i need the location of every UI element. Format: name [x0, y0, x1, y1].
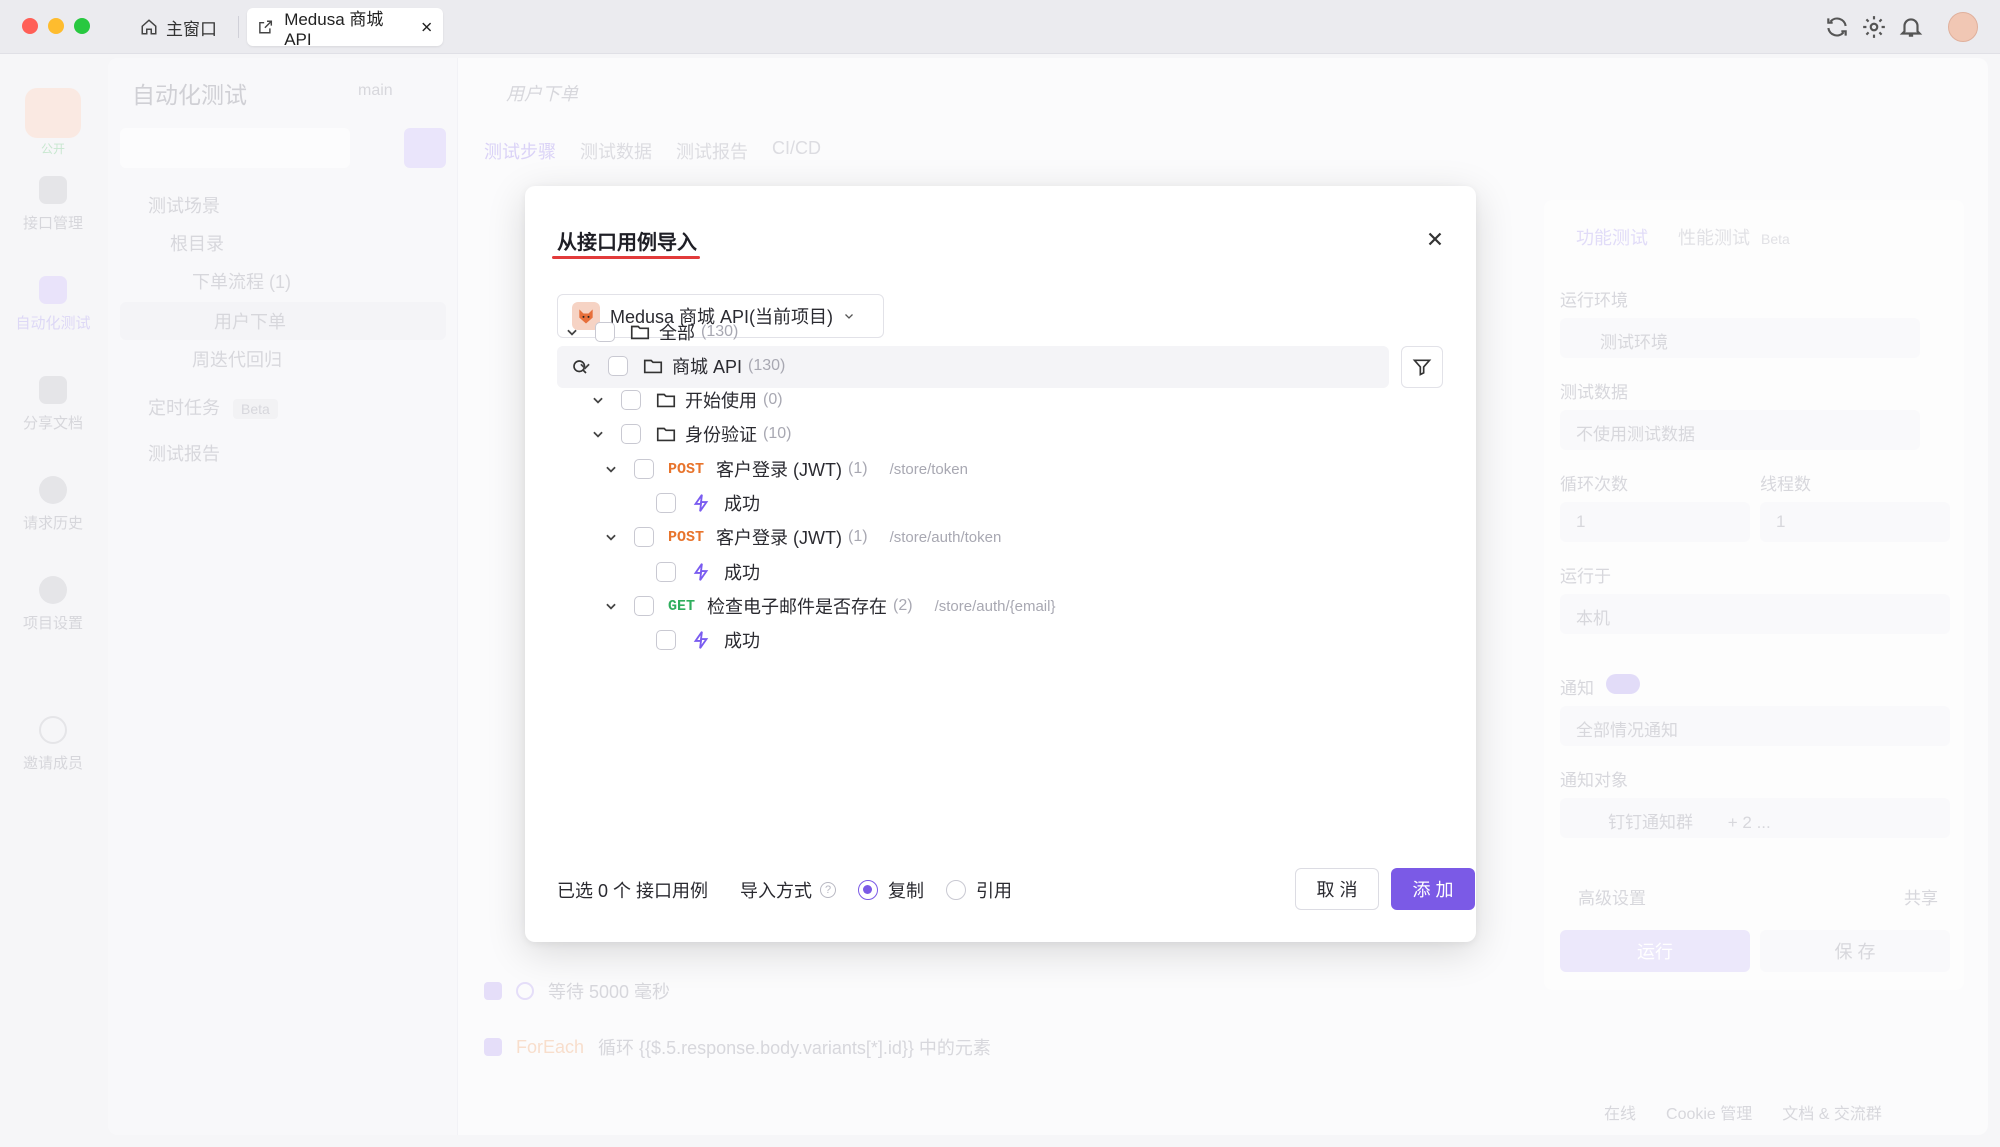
api-count: (1) [848, 528, 868, 545]
chevron-down-icon[interactable] [604, 462, 618, 476]
method-badge: GET [668, 597, 696, 615]
radio-copy-dot[interactable] [858, 880, 879, 900]
filter-icon [1412, 359, 1432, 376]
selected-count: 已选 0 个 接口用例 [557, 881, 709, 901]
test-case-icon [693, 563, 709, 581]
chevron-down-icon [845, 314, 854, 319]
api-path: /store/auth/token [889, 528, 1002, 546]
import-dialog: 从接口用例导入 Medusa 商城 API(当前项目) 全部 (130) 商城 … [525, 186, 1476, 942]
folder-icon [656, 427, 676, 442]
case-label: 成功 [724, 563, 760, 583]
row-checkbox[interactable] [621, 424, 641, 444]
chevron-down-icon[interactable] [578, 359, 592, 373]
chevron-down-icon[interactable] [565, 325, 579, 339]
radio-reference-label: 引用 [976, 881, 1013, 901]
radio-copy[interactable]: 复制 [858, 877, 924, 903]
tree-row-case[interactable]: 成功 [656, 555, 760, 589]
tab-project-label: Medusa 商城 API [284, 9, 384, 49]
api-count: (2) [893, 597, 913, 614]
chevron-down-icon[interactable] [604, 530, 618, 544]
row-checkbox[interactable] [634, 596, 654, 616]
case-label: 成功 [724, 631, 760, 651]
folder-count: (130) [748, 357, 786, 374]
test-case-icon [693, 631, 709, 649]
refresh-icon[interactable] [1824, 14, 1850, 40]
tab-home[interactable]: 主窗口 [140, 10, 217, 44]
radio-reference[interactable]: 引用 [946, 877, 1012, 903]
external-link-icon [259, 20, 273, 34]
chevron-down-icon[interactable] [604, 599, 618, 613]
dialog-footer: 已选 0 个 接口用例 导入方式 ? 复制 引用 取 消 添 加 [557, 868, 1475, 912]
row-checkbox[interactable] [621, 390, 641, 410]
help-icon[interactable]: ? [820, 882, 837, 898]
api-label: 客户登录 (JWT) [716, 460, 842, 480]
method-badge: POST [668, 528, 705, 546]
tab-home-label: 主窗口 [166, 19, 217, 39]
tree-row-api[interactable]: POST 客户登录 (JWT) (1) /store/auth/token [604, 520, 1001, 554]
maximize-window-button[interactable] [74, 18, 90, 34]
close-window-button[interactable] [22, 18, 38, 34]
tree-row-api[interactable]: GET 检查电子邮件是否存在 (2) /store/auth/{email} [604, 589, 1056, 623]
row-checkbox[interactable] [656, 493, 676, 513]
import-mode-label: 导入方式 [740, 881, 813, 901]
row-checkbox[interactable] [656, 630, 676, 650]
chevron-down-icon[interactable] [591, 393, 605, 407]
row-checkbox[interactable] [595, 322, 615, 342]
chevron-down-icon[interactable] [591, 427, 605, 441]
home-icon [141, 19, 157, 35]
folder-count: (0) [763, 391, 783, 408]
dialog-title: 从接口用例导入 [557, 232, 697, 254]
case-label: 成功 [724, 494, 760, 514]
add-button[interactable]: 添 加 [1391, 868, 1475, 910]
folder-label: 开始使用 [685, 391, 757, 411]
api-path: /store/token [889, 460, 968, 478]
api-label: 检查电子邮件是否存在 [707, 597, 888, 617]
api-count: (1) [848, 460, 868, 477]
tree-row-folder[interactable]: 全部 (130) [565, 315, 738, 349]
avatar[interactable] [1948, 12, 1978, 42]
close-icon[interactable] [1424, 228, 1446, 250]
folder-label: 全部 [659, 323, 695, 343]
close-tab-icon[interactable] [420, 20, 433, 34]
tree-row-folder[interactable]: 身份验证 (10) [591, 417, 791, 451]
folder-count: (130) [701, 323, 739, 340]
tree-row-api[interactable]: POST 客户登录 (JWT) (1) /store/token [604, 452, 968, 486]
test-case-icon [693, 494, 709, 512]
folder-label: 商城 API [672, 357, 743, 377]
minimize-window-button[interactable] [48, 18, 64, 34]
title-underline [552, 256, 700, 259]
folder-icon [630, 325, 650, 340]
tree-row-folder[interactable]: 商城 API (130) [578, 349, 785, 383]
method-badge: POST [668, 460, 705, 478]
cancel-button[interactable]: 取 消 [1295, 868, 1379, 910]
row-checkbox[interactable] [634, 527, 654, 547]
row-checkbox[interactable] [656, 562, 676, 582]
folder-icon [656, 393, 676, 408]
folder-icon [643, 359, 663, 374]
bell-icon[interactable] [1898, 14, 1924, 40]
row-checkbox[interactable] [608, 356, 628, 376]
tab-divider [238, 16, 239, 38]
title-bar: 主窗口 Medusa 商城 API [0, 0, 2000, 54]
gear-icon[interactable] [1861, 14, 1887, 40]
tab-project[interactable]: Medusa 商城 API [247, 8, 443, 49]
folder-label: 身份验证 [685, 425, 757, 445]
row-checkbox[interactable] [634, 459, 654, 479]
folder-count: (10) [763, 425, 792, 442]
api-label: 客户登录 (JWT) [716, 528, 842, 548]
radio-reference-dot[interactable] [946, 880, 967, 900]
tree-row-folder[interactable]: 开始使用 (0) [591, 383, 783, 417]
radio-copy-label: 复制 [888, 881, 925, 901]
api-path: /store/auth/{email} [934, 597, 1056, 615]
tree-row-case[interactable]: 成功 [656, 486, 760, 520]
filter-button[interactable] [1401, 346, 1443, 388]
tree-row-case[interactable]: 成功 [656, 623, 760, 657]
